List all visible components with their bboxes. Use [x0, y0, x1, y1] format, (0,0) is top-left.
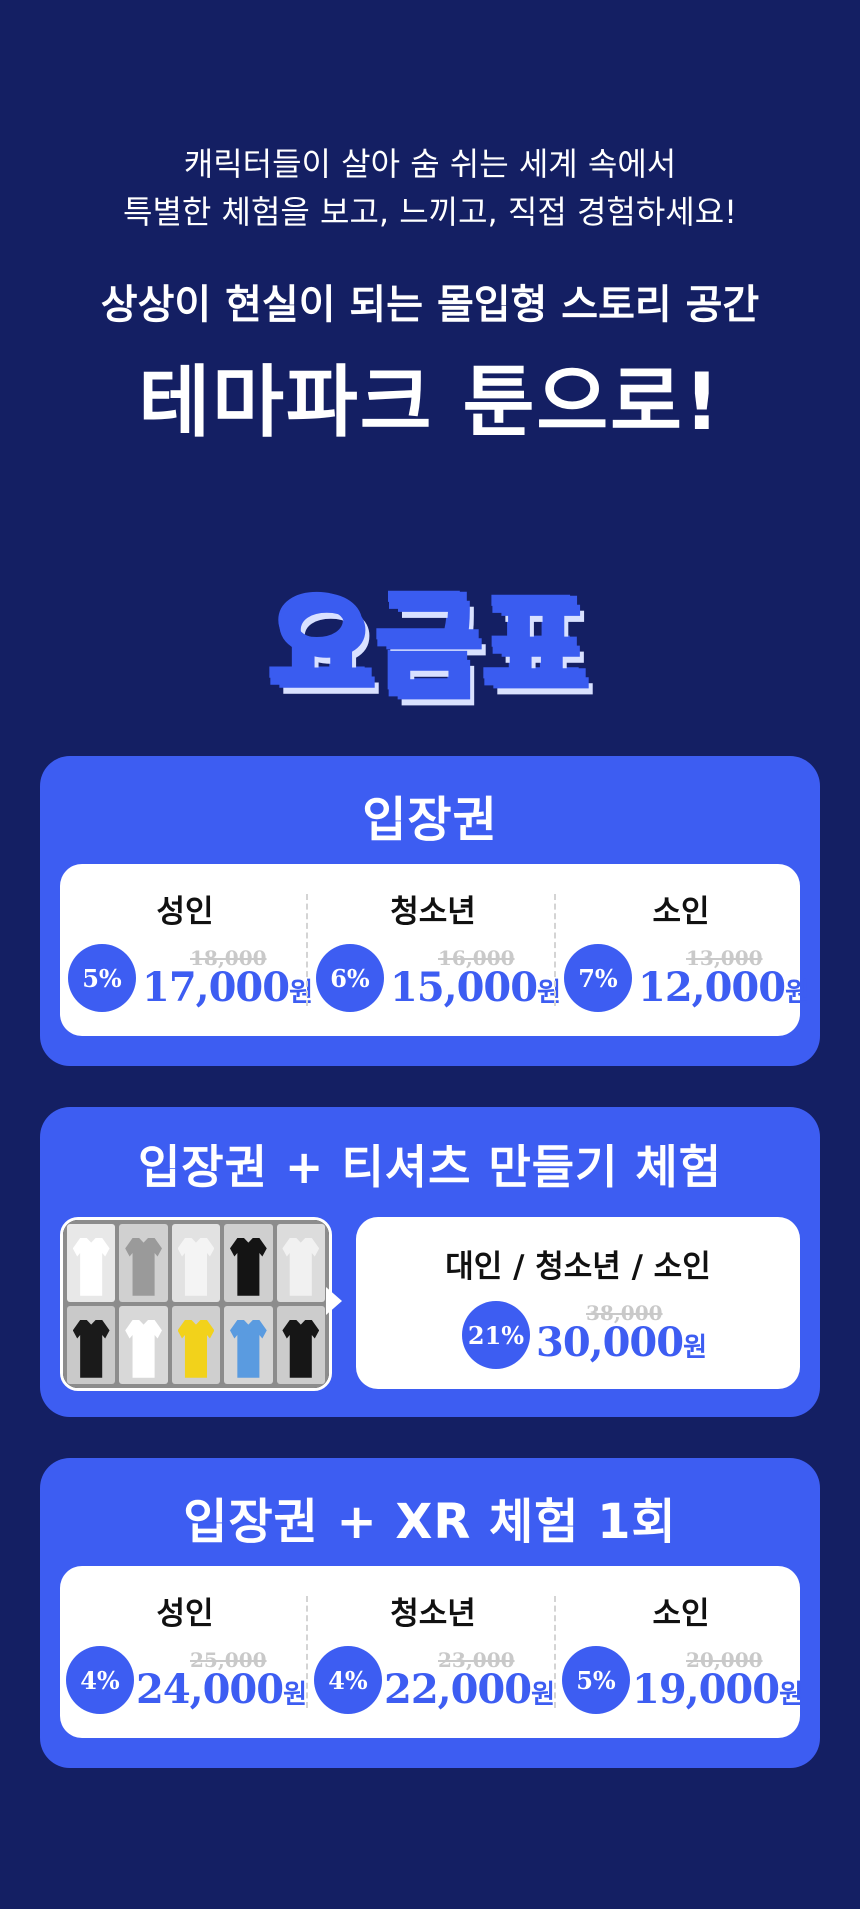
shirt-item: [224, 1306, 273, 1384]
section-title: 입장권 + 티셔츠 만들기 체험: [137, 1140, 723, 1194]
tier-child: 소인 5% 20,000 19,000원: [556, 1566, 806, 1738]
discount-badge: 4%: [66, 1646, 134, 1714]
shirt-item: [171, 1224, 221, 1302]
tagline: 상상이 현실이 되는 몰입형 스토리 공간: [100, 282, 760, 328]
sale-price: 30,000원: [536, 1319, 707, 1366]
section-title: 입장권: [362, 792, 498, 848]
sale-price: 24,000원: [136, 1666, 307, 1713]
tier-label: 대인 / 청소년 / 소인: [445, 1249, 711, 1285]
tier-label: 청소년: [390, 1596, 476, 1632]
intro-line-1: 캐릭터들이 살아 숨 쉬는 세계 속에서: [183, 145, 677, 183]
tier-label: 성인: [156, 1596, 214, 1632]
discount-badge: 5%: [562, 1646, 630, 1714]
price-panel: 성인 4% 25,000 24,000원 청소년 4% 23,000 22,00…: [60, 1566, 803, 1738]
tier-adult: 성인 5% 18,000 17,000원: [60, 864, 313, 1036]
discount-badge: 6%: [316, 944, 384, 1012]
shirt-item: [67, 1224, 116, 1302]
pricing-title: 요금표: [266, 578, 591, 714]
sale-price: 19,000원: [632, 1666, 803, 1713]
discount-badge: 7%: [564, 944, 632, 1012]
headline: 테마파크 툰으로!: [138, 358, 722, 448]
sale-price: 15,000원: [390, 964, 561, 1011]
section-admission: 입장권 성인 5% 18,000 17,000원 청소년 6% 16,000 1…: [40, 756, 820, 1066]
currency-unit: 원: [283, 1680, 308, 1710]
section-xr-experience: 입장권 + XR 체험 1회 성인 4% 25,000 24,000원 청소년 …: [40, 1458, 820, 1768]
discount-badge: 5%: [68, 944, 136, 1012]
sale-price: 22,000원: [384, 1666, 555, 1713]
price-panel: 성인 5% 18,000 17,000원 청소년 6% 16,000 15,00…: [60, 864, 809, 1036]
section-tshirt-experience: 입장권 + 티셔츠 만들기 체험 대인 / 청소년 / 소인 21% 38,00…: [40, 1107, 820, 1417]
shirt-item: [119, 1306, 168, 1384]
shirt-item: [67, 1306, 116, 1384]
sale-price: 12,000원: [638, 964, 809, 1011]
tier-youth: 청소년 6% 16,000 15,000원: [308, 864, 561, 1036]
section-title: 입장권 + XR 체험 1회: [183, 1494, 677, 1550]
tshirt-photo: [60, 1217, 332, 1391]
shirt-item: [224, 1224, 273, 1302]
price-panel: 대인 / 청소년 / 소인 21% 38,000 30,000원: [356, 1217, 800, 1389]
currency-unit: 원: [683, 1333, 708, 1363]
tier-label: 소인: [652, 1596, 710, 1632]
shirt-item: [276, 1306, 325, 1384]
discount-badge: 4%: [314, 1646, 382, 1714]
shirt-rack: [63, 1220, 329, 1388]
shirt-item: [119, 1224, 168, 1302]
sale-price-value: 12,000: [638, 964, 786, 1011]
currency-unit: 원: [531, 1680, 556, 1710]
tier-youth: 청소년 4% 23,000 22,000원: [308, 1566, 558, 1738]
photo-pointer-arrow: [326, 1287, 342, 1315]
tier-child: 소인 7% 13,000 12,000원: [556, 864, 809, 1036]
currency-unit: 원: [785, 978, 810, 1008]
discount-badge: 21%: [462, 1301, 530, 1369]
sale-price-value: 22,000: [384, 1666, 532, 1713]
currency-unit: 원: [779, 1680, 804, 1710]
shirt-item: [171, 1306, 221, 1384]
sale-price: 17,000원: [142, 964, 313, 1011]
intro-line-2: 특별한 체험을 보고, 느끼고, 직접 경험하세요!: [123, 193, 737, 231]
sale-price-value: 17,000: [142, 964, 290, 1011]
sale-price-value: 30,000: [536, 1319, 684, 1366]
shirt-item: [276, 1224, 325, 1302]
sale-price-value: 19,000: [632, 1666, 780, 1713]
tier-label: 소인: [652, 894, 710, 930]
sale-price-value: 24,000: [136, 1666, 284, 1713]
tier-label: 청소년: [390, 894, 476, 930]
tier-adult: 성인 4% 25,000 24,000원: [60, 1566, 310, 1738]
sale-price-value: 15,000: [390, 964, 538, 1011]
tier-label: 성인: [156, 894, 214, 930]
intro-text: 캐릭터들이 살아 숨 쉬는 세계 속에서 특별한 체험을 보고, 느끼고, 직접…: [0, 140, 860, 236]
